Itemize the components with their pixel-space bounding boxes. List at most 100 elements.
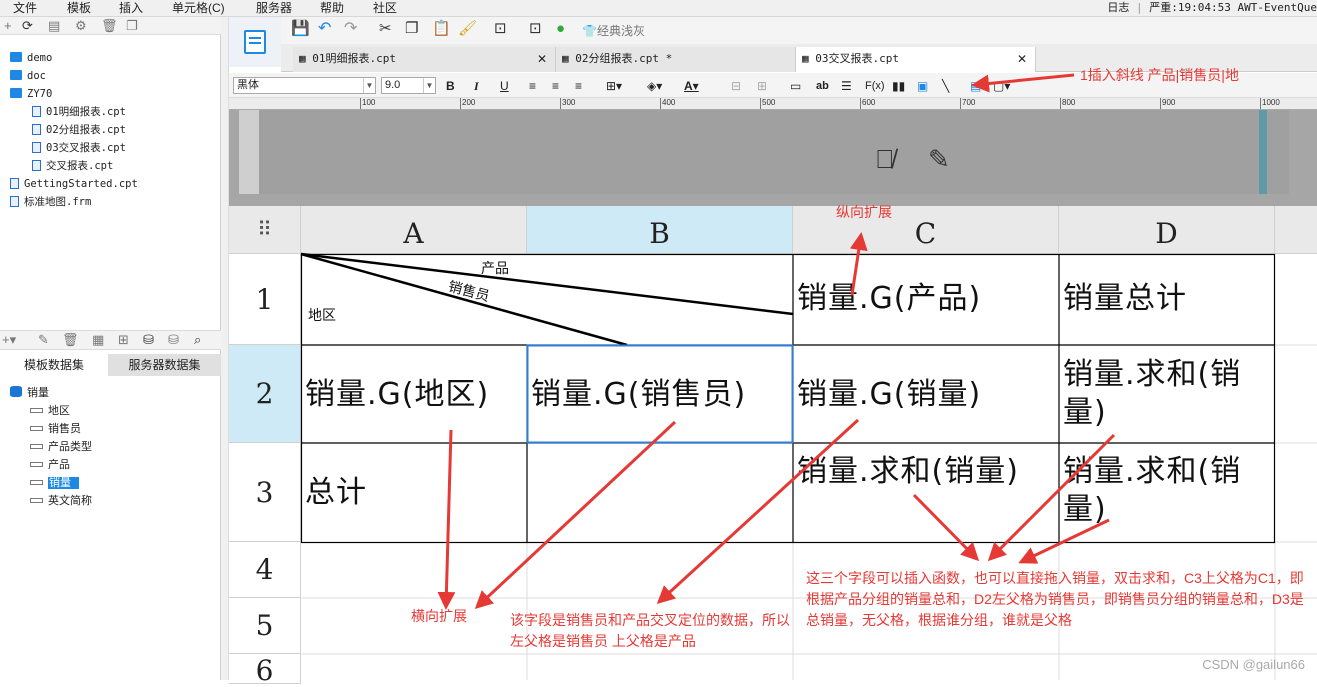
watermark: CSDN @gailun66: [1202, 657, 1305, 672]
menu-file[interactable]: 文件: [13, 0, 37, 16]
tree-item-file[interactable]: 交叉报表.cpt: [32, 159, 113, 173]
tree-item-file[interactable]: GettingStarted.cpt: [10, 177, 138, 191]
redo-icon[interactable]: ↷: [344, 21, 357, 37]
field-item[interactable]: 产品类型: [30, 440, 92, 454]
preview-icon[interactable]: ▦: [92, 332, 104, 348]
collapse-icon[interactable]: ▤: [48, 18, 60, 34]
menu-cell[interactable]: 单元格(C): [172, 0, 225, 16]
bold-icon[interactable]: B: [446, 78, 455, 94]
cell-a3[interactable]: 总计: [301, 474, 527, 514]
log-link[interactable]: 日志: [1107, 2, 1129, 14]
report-file-icon: [32, 106, 41, 117]
field-item[interactable]: 产品: [30, 458, 70, 472]
design-button[interactable]: [229, 17, 281, 67]
database-add-icon[interactable]: ⛁: [168, 332, 179, 348]
edit-icon[interactable]: ✎: [38, 332, 49, 348]
ruler-tick: 100: [360, 98, 376, 109]
text-icon[interactable]: ab: [816, 78, 829, 94]
cell-d1[interactable]: 销量总计: [1059, 280, 1275, 320]
close-icon[interactable]: ✕: [537, 47, 547, 71]
menu-server[interactable]: 服务器: [256, 0, 292, 16]
image-icon[interactable]: ▣: [917, 78, 928, 94]
doc-tab[interactable]: ▦ 02分组报表.cpt *: [556, 47, 796, 72]
paragraph-icon[interactable]: ☰: [841, 78, 852, 94]
add-dataset-icon[interactable]: +▾: [2, 332, 16, 348]
align-right-icon[interactable]: ≡: [575, 78, 582, 94]
delete-icon[interactable]: 🗑: [101, 18, 118, 34]
folder-icon: [10, 88, 22, 98]
tab-server-dataset[interactable]: 服务器数据集: [108, 354, 221, 376]
font-color-icon[interactable]: A▾: [684, 78, 699, 94]
font-size-select[interactable]: 9.0 ▼: [381, 77, 436, 94]
panel-splitter[interactable]: [221, 17, 229, 680]
paste-icon[interactable]: 📋: [432, 21, 451, 37]
border-icon[interactable]: ⊞▾: [606, 78, 622, 94]
tree-item-file[interactable]: 标准地图.frm: [10, 195, 91, 209]
field-item[interactable]: 英文简称: [30, 494, 92, 508]
report-tab-icon: ▦: [562, 52, 576, 65]
italic-icon[interactable]: I: [474, 78, 479, 94]
tree-item-doc[interactable]: doc: [10, 69, 46, 83]
pencil-icon[interactable]: ✎: [928, 144, 950, 174]
add-icon[interactable]: +: [4, 18, 12, 34]
merge-icon[interactable]: ⊟: [731, 78, 741, 94]
cell-d2[interactable]: 销量.求和(销量): [1059, 356, 1275, 440]
preview-search-icon[interactable]: ⊡: [494, 21, 507, 37]
report-grid: ⠿ A B C D 1 2 3 4 5 6 产品 销售员 地区 销量.G(产品)…: [229, 204, 1317, 687]
fill-color-icon[interactable]: ◈▾: [647, 78, 662, 94]
tree-item-file[interactable]: 01明细报表.cpt: [32, 105, 126, 119]
save-icon[interactable]: 💾: [291, 21, 310, 37]
doc-tab-active[interactable]: ▦ 03交叉报表.cpt ✕: [796, 47, 1036, 72]
menu-help[interactable]: 帮助: [320, 0, 344, 16]
cell-d3[interactable]: 销量.求和(销量): [1059, 453, 1275, 537]
unmerge-icon[interactable]: ⊞: [757, 78, 767, 94]
tree-item-file[interactable]: 02分组报表.cpt: [32, 123, 126, 137]
tree-item-file[interactable]: 03交叉报表.cpt: [32, 141, 126, 155]
slash-icon[interactable]: ╲: [942, 78, 949, 94]
undo-icon[interactable]: ↶: [318, 21, 331, 37]
formula-icon[interactable]: F(x): [865, 78, 885, 94]
chart-icon[interactable]: ▮▮: [892, 78, 905, 94]
cell-c2[interactable]: 销量.G(销量): [793, 376, 1059, 416]
copy-icon[interactable]: ❐: [405, 21, 418, 37]
search-icon[interactable]: ⊡: [529, 21, 542, 37]
search-icon[interactable]: ⌕: [194, 332, 201, 348]
tree-item-demo[interactable]: demo: [10, 51, 52, 65]
field-item-selected[interactable]: 销量: [30, 476, 79, 490]
database-icon[interactable]: ⛁: [143, 332, 154, 348]
subreport-icon[interactable]: ▤: [970, 78, 981, 94]
menu-template[interactable]: 模板: [67, 0, 91, 16]
formula-icon[interactable]: ⊞: [118, 332, 129, 348]
align-left-icon[interactable]: ≡: [529, 78, 536, 94]
menu-insert[interactable]: 插入: [119, 0, 143, 16]
ruler-tick: 500: [760, 98, 776, 109]
settings-icon[interactable]: ⚙: [75, 18, 87, 34]
underline-icon[interactable]: U: [500, 78, 509, 94]
doc-tab[interactable]: ▦ 01明细报表.cpt ✕: [293, 47, 556, 72]
align-center-icon[interactable]: ≡: [552, 78, 559, 94]
refresh-icon[interactable]: ⟳: [22, 18, 33, 34]
tab-template-dataset[interactable]: 模板数据集: [0, 354, 108, 376]
menu-community[interactable]: 社区: [373, 0, 397, 16]
tree-item-zy70[interactable]: ZY70: [10, 87, 52, 101]
field-item[interactable]: 销售员: [30, 422, 81, 436]
delete-icon[interactable]: 🗑: [62, 332, 79, 348]
theme-button[interactable]: 👕经典浅灰: [582, 23, 645, 39]
cut-icon[interactable]: ✂: [379, 21, 392, 37]
dataset-node[interactable]: 销量: [10, 386, 49, 400]
format-brush-icon[interactable]: 🖌: [458, 21, 477, 37]
report-tab-icon: ▦: [299, 52, 313, 65]
close-icon[interactable]: ✕: [1017, 47, 1027, 71]
left-panel: + ⟳ ▤ ⚙ 🗑 ❐ demo doc ZY70 01明细报表.cpt 02分…: [0, 17, 221, 680]
field-item[interactable]: 地区: [30, 404, 70, 418]
text-field-icon[interactable]: ▭: [790, 78, 801, 94]
cell-c3[interactable]: 销量.求和(销量): [793, 453, 1059, 537]
copy-icon[interactable]: ❐: [126, 18, 138, 34]
cell-a2[interactable]: 销量.G(地区): [301, 376, 527, 416]
eye-hidden-icon[interactable]: 👁̸: [875, 144, 895, 174]
more-icon[interactable]: ▢▾: [993, 78, 1010, 94]
font-family-select[interactable]: 黑体 ▼: [233, 77, 376, 94]
cell-c1[interactable]: 销量.G(产品): [793, 280, 1059, 320]
cell-b2[interactable]: 销量.G(销售员): [527, 376, 793, 416]
check-icon[interactable]: ●: [556, 21, 565, 37]
